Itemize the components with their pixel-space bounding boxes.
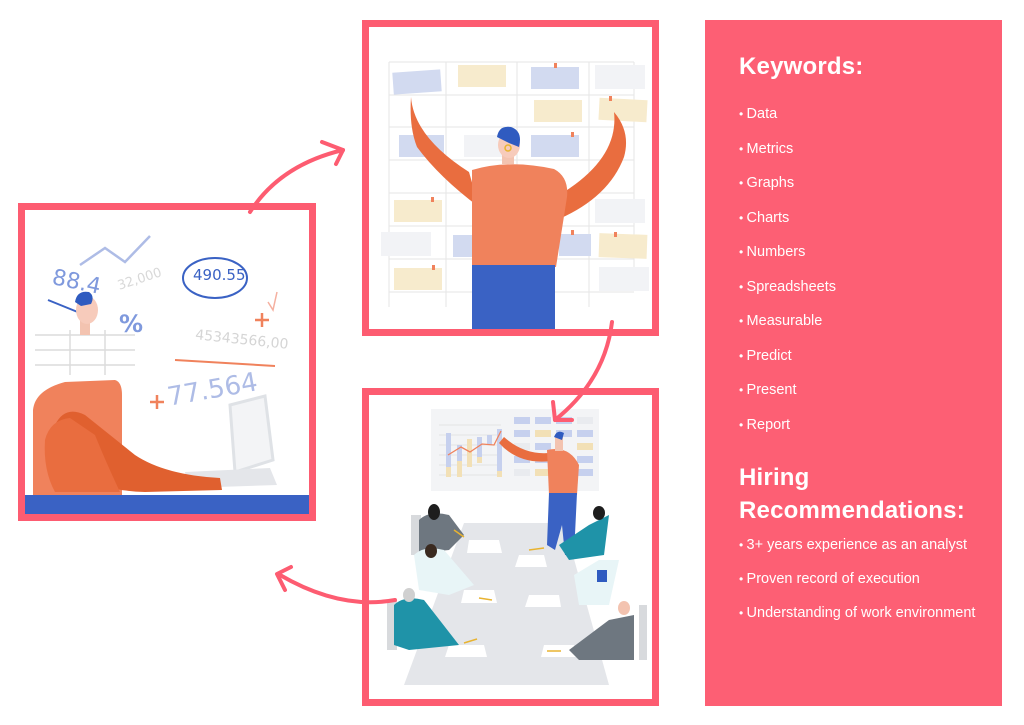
- chair: [639, 605, 647, 660]
- hiring-item: Proven record of execution: [739, 567, 1002, 591]
- keyword-item: Present: [739, 373, 1002, 408]
- illustration-analyst-laptop: 88.4 32,000 490.55 % 45343566,00 77.564: [18, 203, 316, 521]
- attendee-head: [593, 506, 605, 520]
- attendee-head: [403, 588, 415, 602]
- desk-surface: [25, 495, 309, 514]
- keywords-heading: Keywords:: [739, 53, 864, 80]
- illustration-team-meeting: [362, 388, 659, 706]
- keyword-item: Report: [739, 408, 1002, 443]
- plus-icon: [255, 313, 269, 327]
- keyword-item: Data: [739, 97, 1002, 132]
- keyword-item: Predict: [739, 339, 1002, 374]
- keyword-item: Numbers: [739, 235, 1002, 270]
- illustration-sticky-board: [362, 20, 659, 336]
- keyword-item: Charts: [739, 201, 1002, 236]
- hiring-item: 3+ years experience as an analyst: [739, 533, 1002, 557]
- hiring-list: 3+ years experience as an analyst Proven…: [739, 533, 1002, 625]
- person-torso: [472, 164, 568, 267]
- arrow-head: [275, 565, 293, 592]
- team-meeting-artwork: [387, 409, 647, 685]
- keyword-item: Graphs: [739, 166, 1002, 201]
- attendee-head: [618, 601, 630, 615]
- keyword-item: Metrics: [739, 132, 1002, 167]
- underline-doodle-orange: [174, 359, 276, 367]
- check-icon: [267, 291, 278, 312]
- hiring-heading: Hiring Recommendations:: [739, 464, 965, 524]
- laptop-screen: [228, 394, 275, 475]
- analyst-laptop-artwork: [25, 235, 309, 514]
- person-pants: [472, 265, 555, 329]
- trend-line-doodle: [79, 235, 151, 267]
- attendee-head: [425, 544, 437, 558]
- info-panel: Keywords: Data Metrics Graphs Charts Num…: [705, 20, 1002, 706]
- keyword-item: Spreadsheets: [739, 270, 1002, 305]
- attendee-head: [428, 504, 440, 520]
- doodle-number: 490.55: [193, 266, 246, 284]
- attendee-blue-child: [597, 570, 607, 582]
- plus-icon: [150, 395, 164, 409]
- keywords-list: Data Metrics Graphs Charts Numbers Sprea…: [739, 97, 1002, 442]
- keyword-item: Measurable: [739, 304, 1002, 339]
- arrow-head: [320, 140, 345, 166]
- doodle-percent: %: [119, 310, 144, 338]
- attendee-white-right: [574, 560, 619, 605]
- sticky-board-artwork: [381, 61, 649, 329]
- hiring-item: Understanding of work environment: [739, 601, 1002, 625]
